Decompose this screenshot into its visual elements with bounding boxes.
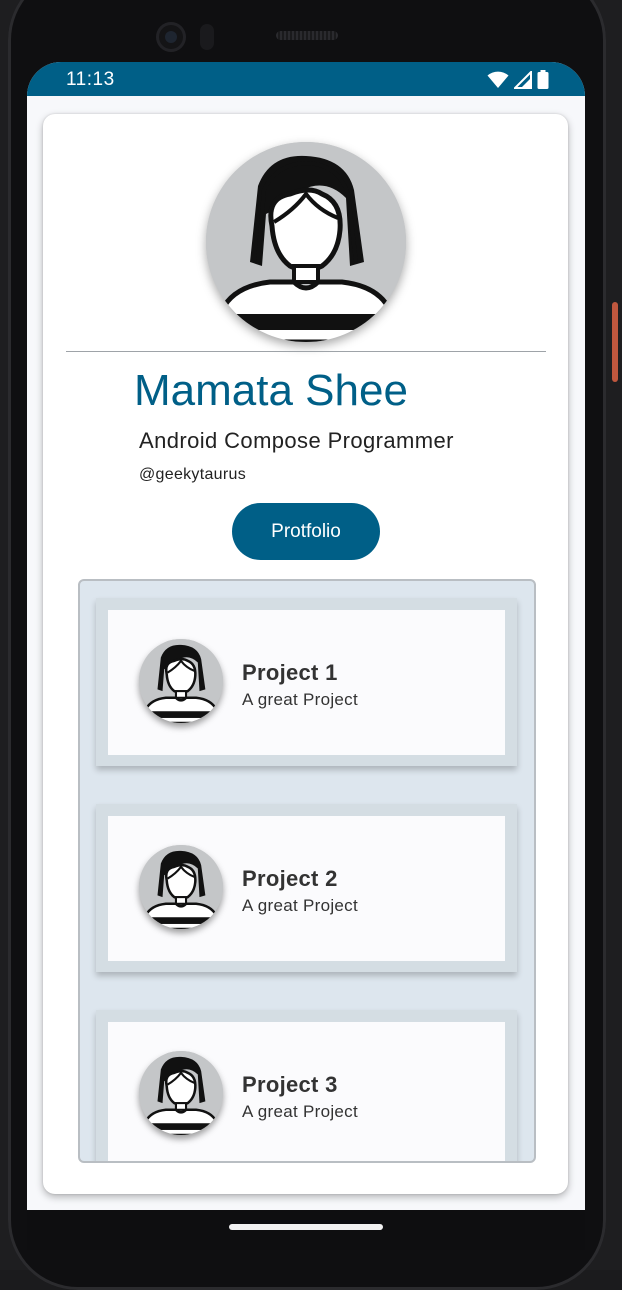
project-description: A great Project bbox=[242, 1102, 359, 1121]
project-card[interactable]: Project 1 A great Project bbox=[96, 598, 517, 766]
wifi-icon bbox=[487, 71, 509, 89]
phone-device: 11:13 Mamata Shee Android Compose Progra… bbox=[0, 0, 622, 1290]
project-card-content: Project 3 A great Project bbox=[108, 1022, 505, 1161]
project-list[interactable]: Project 1 A great Project Project 2 A gr… bbox=[78, 579, 536, 1163]
portfolio-button[interactable]: Protfolio bbox=[232, 503, 380, 560]
profile-card: Mamata Shee Android Compose Programmer @… bbox=[43, 114, 568, 1194]
project-card-content: Project 1 A great Project bbox=[108, 610, 505, 755]
person-avatar-icon bbox=[139, 1051, 223, 1135]
project-card-content: Project 2 A great Project bbox=[108, 816, 505, 961]
status-bar: 11:13 bbox=[27, 62, 585, 96]
profile-role: Android Compose Programmer bbox=[139, 428, 454, 453]
divider bbox=[66, 351, 546, 352]
project-card[interactable]: Project 3 A great Project bbox=[96, 1010, 517, 1161]
front-camera bbox=[156, 22, 186, 52]
status-icons bbox=[487, 70, 549, 89]
project-description: A great Project bbox=[242, 896, 359, 915]
project-title: Project 3 bbox=[242, 1072, 338, 1097]
navigation-bar bbox=[27, 1210, 585, 1250]
screen: 11:13 Mamata Shee Android Compose Progra… bbox=[27, 62, 585, 1250]
project-description: A great Project bbox=[242, 690, 359, 709]
profile-handle: @geekytaurus bbox=[139, 466, 247, 483]
power-button bbox=[612, 302, 618, 382]
home-gesture-handle[interactable] bbox=[229, 1224, 383, 1230]
app-content: Mamata Shee Android Compose Programmer @… bbox=[27, 96, 585, 1210]
person-avatar-icon bbox=[139, 845, 223, 929]
person-avatar-icon bbox=[206, 142, 406, 342]
project-avatar bbox=[139, 845, 223, 929]
battery-icon bbox=[537, 70, 549, 89]
profile-avatar bbox=[206, 142, 406, 342]
profile-name: Mamata Shee bbox=[134, 366, 408, 415]
project-title: Project 1 bbox=[242, 660, 338, 685]
cell-signal-icon bbox=[514, 71, 532, 89]
proximity-sensor bbox=[200, 24, 214, 50]
person-avatar-icon bbox=[139, 639, 223, 723]
project-avatar bbox=[139, 639, 223, 723]
project-card[interactable]: Project 2 A great Project bbox=[96, 804, 517, 972]
status-time: 11:13 bbox=[66, 69, 115, 90]
project-title: Project 2 bbox=[242, 866, 338, 891]
project-avatar bbox=[139, 1051, 223, 1135]
earpiece-speaker bbox=[276, 31, 338, 40]
